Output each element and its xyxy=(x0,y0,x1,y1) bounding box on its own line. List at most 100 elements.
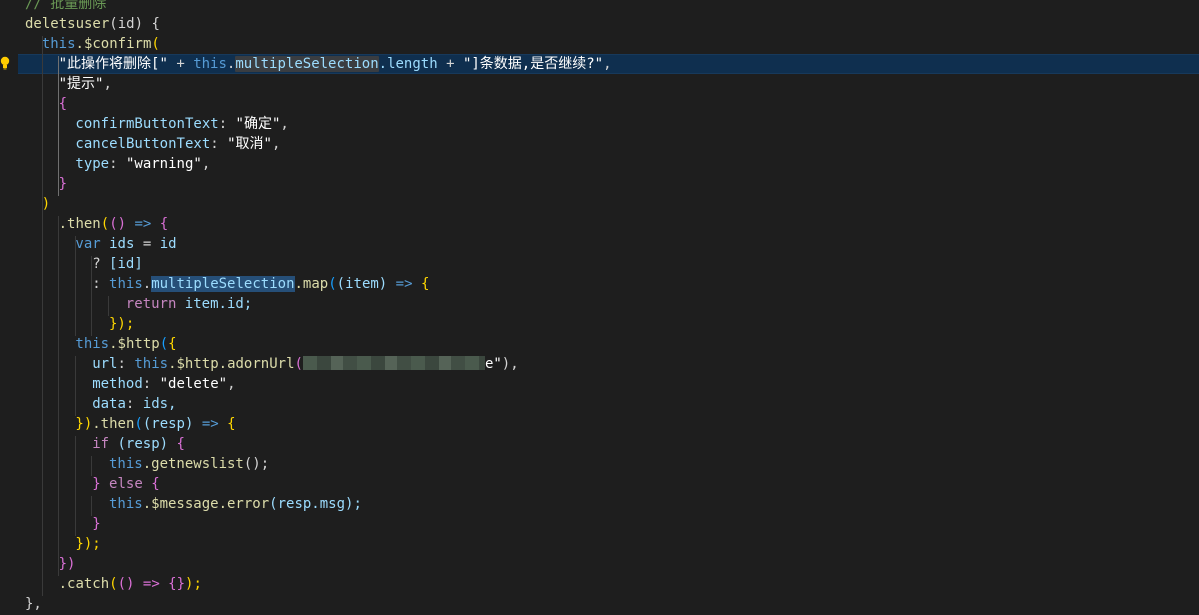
expression: item.id; xyxy=(176,296,253,312)
indent-guide xyxy=(75,236,76,336)
method-adornurl: .adornUrl xyxy=(218,356,295,372)
string-literal: "确定" xyxy=(235,116,281,132)
arrow: => xyxy=(387,276,421,292)
code-line-24: this.getnewslist(); xyxy=(0,454,1199,474)
property-length: .length xyxy=(378,56,438,72)
dot: . xyxy=(142,276,152,292)
bracket: ( xyxy=(159,336,169,352)
object-key: data xyxy=(92,396,126,412)
method-then: .then xyxy=(58,216,101,232)
code-editor[interactable]: // 批量删除 deletsuser(id) { this.$confirm( … xyxy=(0,0,1199,615)
condition: (resp) xyxy=(109,436,177,452)
keyword-this: this xyxy=(109,456,143,472)
bracket: }); xyxy=(109,316,135,332)
operator: = xyxy=(134,236,160,252)
bracket: { xyxy=(168,336,177,352)
comma: , xyxy=(201,156,211,172)
colon: : xyxy=(125,396,143,412)
string-literal: e" xyxy=(484,356,502,372)
comma: , xyxy=(227,376,236,392)
colon: : xyxy=(142,376,160,392)
keyword-return: return xyxy=(125,296,177,312)
indent-guide xyxy=(42,36,43,596)
property-message: .$message xyxy=(142,496,219,512)
keyword-this: this xyxy=(41,36,76,52)
comma: , xyxy=(280,116,289,132)
indent-guide xyxy=(75,436,76,536)
colon: : xyxy=(218,116,236,132)
punctuation: (); xyxy=(243,456,270,472)
bracket: }, xyxy=(25,596,42,612)
punctuation: ), xyxy=(501,356,519,372)
arrow: => xyxy=(126,216,160,232)
colon: : xyxy=(210,136,228,152)
keyword-this: this xyxy=(109,276,143,292)
bracket: } xyxy=(92,516,101,532)
code-line-13: var ids = id xyxy=(0,234,1199,254)
code-line-1: // 批量删除 xyxy=(0,0,1199,14)
code-line-31: }, xyxy=(0,594,1199,614)
object-key: method xyxy=(92,376,143,392)
code-line-3: this.$confirm( xyxy=(0,34,1199,54)
method-error: .error xyxy=(218,496,270,512)
bracket: ( xyxy=(100,216,110,232)
code-line-30: .catch(() => {}); xyxy=(0,574,1199,594)
bracket: ( xyxy=(134,416,143,432)
keyword-this: this xyxy=(193,56,227,72)
method-confirm: .$confirm xyxy=(75,36,152,52)
comma: , xyxy=(103,76,112,92)
array-literal: [id] xyxy=(109,256,143,272)
method-map: .map xyxy=(294,276,329,292)
bracket: ( xyxy=(109,576,118,592)
bracket: { xyxy=(151,476,160,492)
redacted-url xyxy=(302,356,485,370)
code-line-6: { xyxy=(0,94,1199,114)
object-key: cancelButtonText xyxy=(75,136,211,152)
code-line-21: data: ids, xyxy=(0,394,1199,414)
param: (resp) xyxy=(142,416,194,432)
function-params: (id) { xyxy=(109,16,160,32)
code-line-2: deletsuser(id) { xyxy=(0,14,1199,34)
property-selected: multipleSelection xyxy=(151,276,295,292)
comma: , xyxy=(603,56,612,72)
code-line-14: ? [id] xyxy=(0,254,1199,274)
code-line-27: } xyxy=(0,514,1199,534)
code-line-15: : this.multipleSelection.map((item) => { xyxy=(0,274,1199,294)
indent-guide xyxy=(91,256,92,336)
method-getnewslist: .getnewslist xyxy=(142,456,244,472)
code-line-5: "提示", xyxy=(0,74,1199,94)
code-line-22: }).then((resp) => { xyxy=(0,414,1199,434)
bracket: { xyxy=(176,436,185,452)
comma: , xyxy=(271,136,281,152)
indent-guide xyxy=(91,456,92,476)
method-catch: .catch xyxy=(58,576,110,592)
bracket: () xyxy=(109,216,127,232)
object-key: confirmButtonText xyxy=(75,116,219,132)
bracket: { xyxy=(420,276,430,292)
code-line-10: } xyxy=(0,174,1199,194)
code-line-11: ) xyxy=(0,194,1199,214)
arrow-function: () => {} xyxy=(117,576,186,592)
indent-guide xyxy=(75,356,76,416)
keyword-this: this xyxy=(109,496,143,512)
arrow: => xyxy=(193,416,228,432)
bracket: ( xyxy=(294,356,303,372)
indent-guide-active xyxy=(58,56,59,196)
variable: ids xyxy=(100,236,135,252)
code-line-20: method: "delete", xyxy=(0,374,1199,394)
operator: : xyxy=(92,276,110,292)
indent-guide xyxy=(91,496,92,516)
keyword-this: this xyxy=(75,336,110,352)
param: (item) xyxy=(336,276,388,292)
